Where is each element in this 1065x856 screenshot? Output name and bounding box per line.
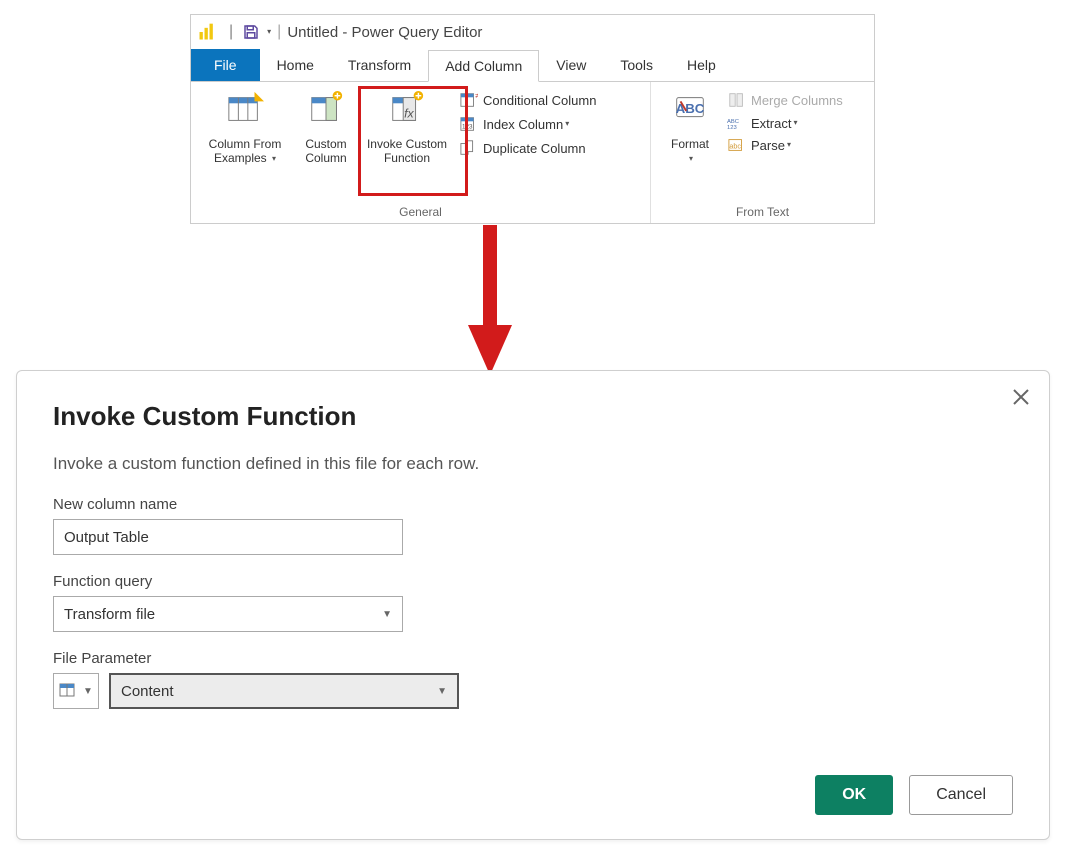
- format-label: Format: [671, 137, 709, 151]
- duplicate-column-label: Duplicate Column: [483, 141, 586, 156]
- title-bar: | ▾ | Untitled - Power Query Editor: [191, 15, 874, 49]
- save-button[interactable]: [237, 18, 265, 46]
- chevron-down-icon: ▼: [83, 686, 93, 697]
- extract-label: Extract: [751, 116, 791, 131]
- svg-text:abc: abc: [729, 142, 741, 151]
- ribbon-body: Column From Examples ▾: [191, 81, 874, 223]
- column-from-examples-button[interactable]: Column From Examples ▾: [197, 86, 293, 166]
- custom-column-label-2: Column: [305, 151, 346, 165]
- custom-column-label-1: Custom: [305, 137, 346, 151]
- invoke-custom-function-icon: fx: [388, 90, 426, 133]
- custom-column-button[interactable]: Custom Column: [293, 86, 359, 166]
- group-from-text-label: From Text: [657, 205, 868, 221]
- svg-text:123: 123: [462, 124, 473, 131]
- qat-separator: |: [229, 23, 233, 41]
- file-parameter-value: Content: [121, 683, 174, 700]
- tab-tools[interactable]: Tools: [603, 49, 670, 81]
- qat-dropdown[interactable]: ▾: [267, 27, 271, 36]
- svg-text:fx: fx: [404, 107, 414, 121]
- chevron-down-icon: ▾: [787, 140, 791, 149]
- column-from-examples-label-2: Examples: [214, 151, 267, 165]
- format-button[interactable]: ABC Format ▾: [657, 86, 723, 166]
- conditional-column-label: Conditional Column: [483, 93, 596, 108]
- new-column-name-input[interactable]: [53, 519, 403, 555]
- parse-icon: abc: [727, 137, 747, 153]
- table-icon: [59, 683, 79, 699]
- chevron-down-icon: ▾: [272, 154, 276, 164]
- duplicate-column-button[interactable]: Duplicate Column: [455, 136, 600, 160]
- title-separator: |: [277, 23, 281, 41]
- dialog-description: Invoke a custom function defined in this…: [53, 454, 1013, 474]
- chevron-down-icon: ▾: [793, 118, 797, 127]
- invoke-custom-function-dialog: Invoke Custom Function Invoke a custom f…: [16, 370, 1050, 840]
- custom-column-icon: [307, 90, 345, 133]
- power-query-window: | ▾ | Untitled - Power Query Editor File…: [190, 14, 875, 224]
- function-query-label: Function query: [53, 573, 1013, 590]
- ok-button[interactable]: OK: [815, 775, 893, 815]
- file-parameter-label: File Parameter: [53, 650, 1013, 667]
- close-button[interactable]: [1009, 385, 1033, 409]
- group-from-text: ABC Format ▾: [651, 82, 874, 223]
- svg-text:ABC: ABC: [676, 101, 705, 116]
- parse-label: Parse: [751, 138, 785, 153]
- chevron-down-icon: ▾: [689, 154, 693, 164]
- invoke-custom-function-label-1: Invoke Custom: [367, 137, 447, 151]
- extract-icon: ABC 123: [727, 115, 747, 131]
- merge-columns-button[interactable]: Merge Columns: [723, 88, 847, 112]
- svg-text:≠: ≠: [475, 91, 478, 100]
- function-query-select[interactable]: Transform file ▼: [53, 596, 403, 632]
- group-general: Column From Examples ▾: [191, 82, 651, 223]
- index-column-icon: 123: [459, 115, 479, 133]
- merge-columns-icon: [727, 91, 747, 109]
- chevron-down-icon: ▾: [565, 119, 569, 128]
- invoke-custom-function-label-2: Function: [384, 151, 430, 165]
- parse-button[interactable]: abc Parse ▾: [723, 134, 847, 156]
- invoke-custom-function-button[interactable]: fx Invoke Custom Function: [359, 86, 455, 166]
- tab-transform[interactable]: Transform: [331, 49, 428, 81]
- window-title: Untitled - Power Query Editor: [287, 24, 482, 41]
- new-column-name-label: New column name: [53, 496, 1013, 513]
- column-from-examples-label-1: Column From: [209, 137, 282, 151]
- dialog-title: Invoke Custom Function: [53, 401, 1013, 432]
- format-icon: ABC: [671, 90, 709, 133]
- index-column-button[interactable]: 123 Index Column ▾: [455, 112, 600, 136]
- chevron-down-icon: ▼: [382, 609, 392, 620]
- merge-columns-label: Merge Columns: [751, 93, 843, 108]
- index-column-label: Index Column: [483, 117, 563, 132]
- duplicate-column-icon: [459, 139, 479, 157]
- tab-view[interactable]: View: [539, 49, 603, 81]
- file-parameter-select[interactable]: Content ▼: [109, 673, 459, 709]
- function-query-value: Transform file: [64, 606, 155, 623]
- tab-file[interactable]: File: [191, 49, 260, 81]
- group-general-label: General: [197, 205, 644, 221]
- cancel-button[interactable]: Cancel: [909, 775, 1013, 815]
- ribbon-tabs: File Home Transform Add Column View Tool…: [191, 49, 874, 81]
- svg-text:123: 123: [727, 125, 737, 131]
- extract-button[interactable]: ABC 123 Extract ▾: [723, 112, 847, 134]
- tab-add-column[interactable]: Add Column: [428, 50, 539, 82]
- conditional-column-icon: ≠: [459, 91, 479, 109]
- column-from-examples-icon: [226, 90, 264, 133]
- tab-help[interactable]: Help: [670, 49, 733, 81]
- parameter-type-button[interactable]: ▼: [53, 673, 99, 709]
- conditional-column-button[interactable]: ≠ Conditional Column: [455, 88, 600, 112]
- chevron-down-icon: ▼: [437, 686, 447, 697]
- annotation-arrow: [460, 225, 520, 375]
- tab-home[interactable]: Home: [260, 49, 331, 81]
- power-bi-icon: [197, 18, 225, 46]
